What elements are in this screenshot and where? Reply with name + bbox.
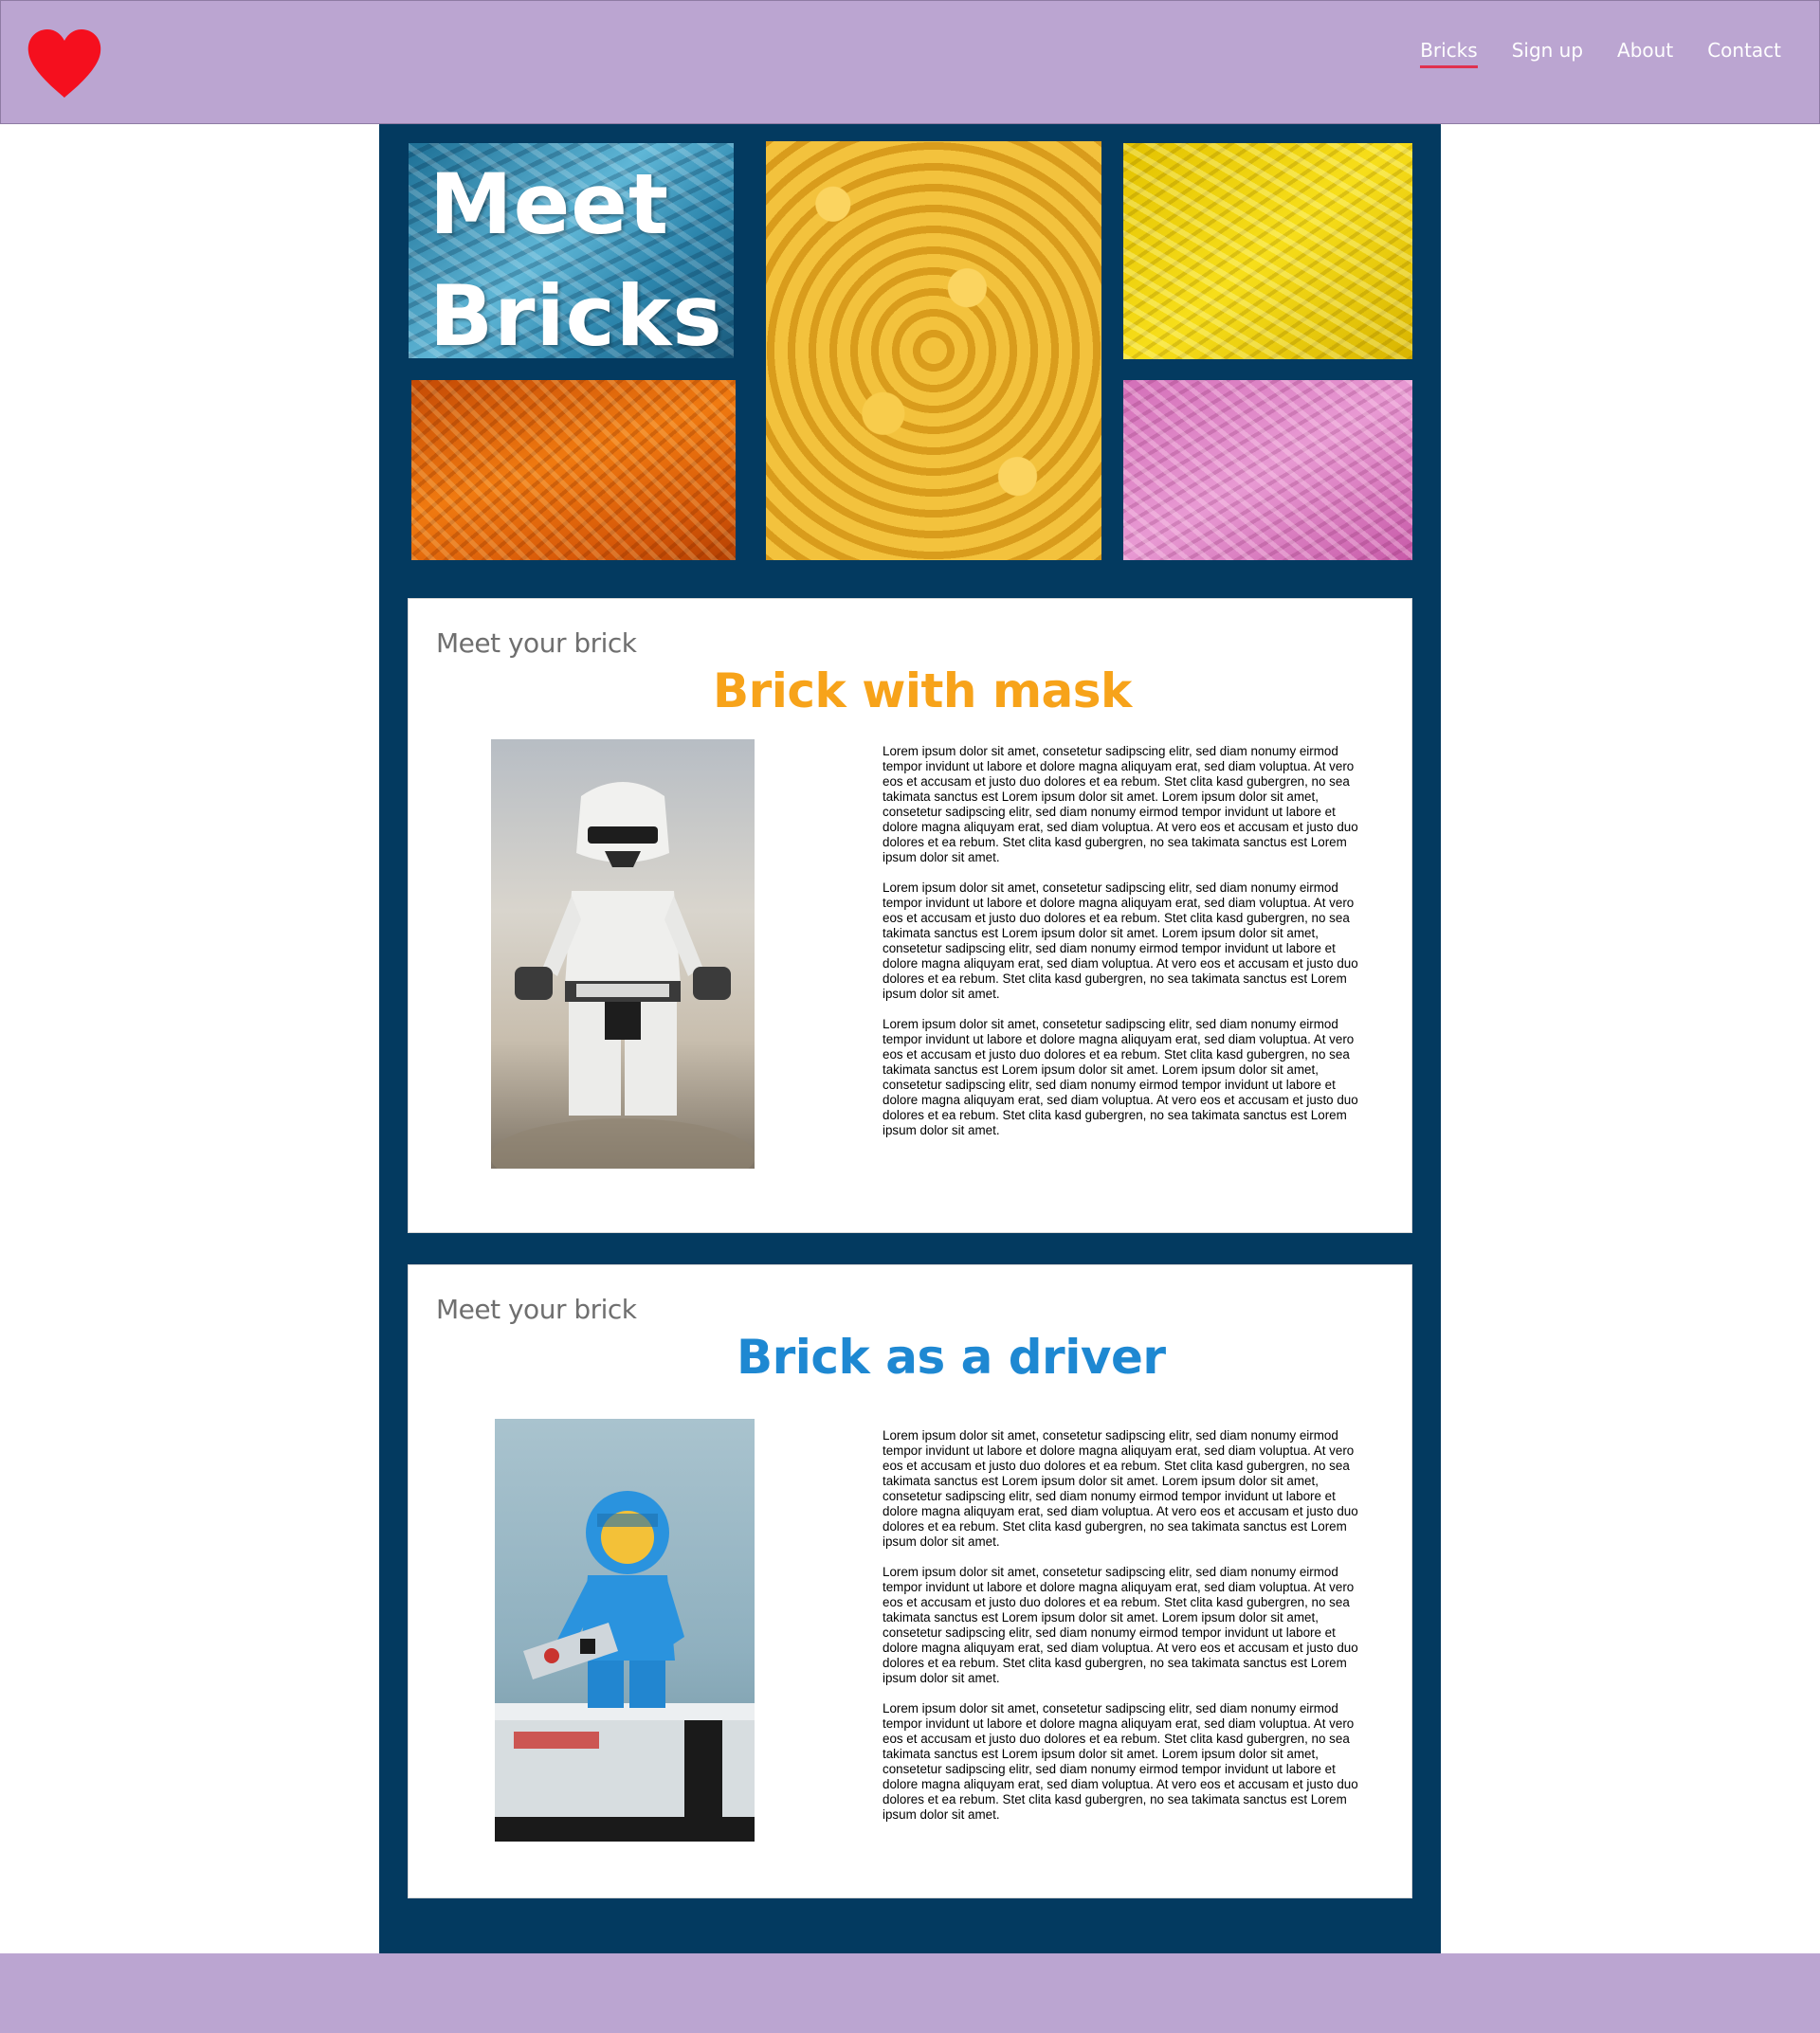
card-paragraph: Lorem ipsum dolor sit amet, consetetur s… — [883, 744, 1358, 864]
card-paragraph: Lorem ipsum dolor sit amet, consetetur s… — [883, 1428, 1358, 1549]
pink-bricks-image — [1123, 380, 1412, 560]
card-title: Brick as a driver — [737, 1330, 1166, 1385]
heart-icon[interactable] — [27, 29, 102, 100]
card-title: Brick with mask — [713, 663, 1132, 718]
brick-card: Meet your brick Brick with mask Lorem ip… — [408, 598, 1412, 1233]
yellow-heads-image — [766, 141, 1101, 560]
main-nav: Bricks Sign up About Contact — [1386, 39, 1781, 68]
card-body-text: Lorem ipsum dolor sit amet, consetetur s… — [883, 1428, 1361, 1838]
card-paragraph: Lorem ipsum dolor sit amet, consetetur s… — [883, 880, 1358, 1001]
nav-link-bricks[interactable]: Bricks — [1420, 39, 1478, 68]
card-body-text: Lorem ipsum dolor sit amet, consetetur s… — [883, 744, 1361, 1153]
hero-title: Meet Bricks — [429, 149, 723, 358]
main-content: Meet Bricks Meet your brick Brick with m… — [379, 124, 1441, 1953]
orange-bricks-image — [411, 380, 736, 560]
hero-title-tile: Meet Bricks — [409, 143, 734, 358]
card-kicker: Meet your brick — [436, 627, 637, 659]
card-paragraph: Lorem ipsum dolor sit amet, consetetur s… — [883, 1701, 1358, 1822]
nav-link-sign-up[interactable]: Sign up — [1512, 39, 1583, 68]
stormtrooper-photo — [491, 739, 755, 1169]
brick-card: Meet your brick Brick as a driver Lorem … — [408, 1264, 1412, 1898]
card-paragraph: Lorem ipsum dolor sit amet, consetetur s… — [883, 1565, 1358, 1685]
hero-title-line-1: Meet — [429, 155, 670, 253]
card-kicker: Meet your brick — [436, 1294, 637, 1325]
yellow-bricks-image — [1123, 143, 1412, 359]
nav-link-about[interactable]: About — [1617, 39, 1673, 68]
nav-link-contact[interactable]: Contact — [1707, 39, 1781, 68]
site-header: Bricks Sign up About Contact — [0, 0, 1820, 124]
astronaut-photo — [495, 1419, 755, 1842]
card-paragraph: Lorem ipsum dolor sit amet, consetetur s… — [883, 1017, 1358, 1137]
site-footer — [0, 1953, 1820, 2033]
hero-title-line-2: Bricks — [429, 267, 723, 358]
